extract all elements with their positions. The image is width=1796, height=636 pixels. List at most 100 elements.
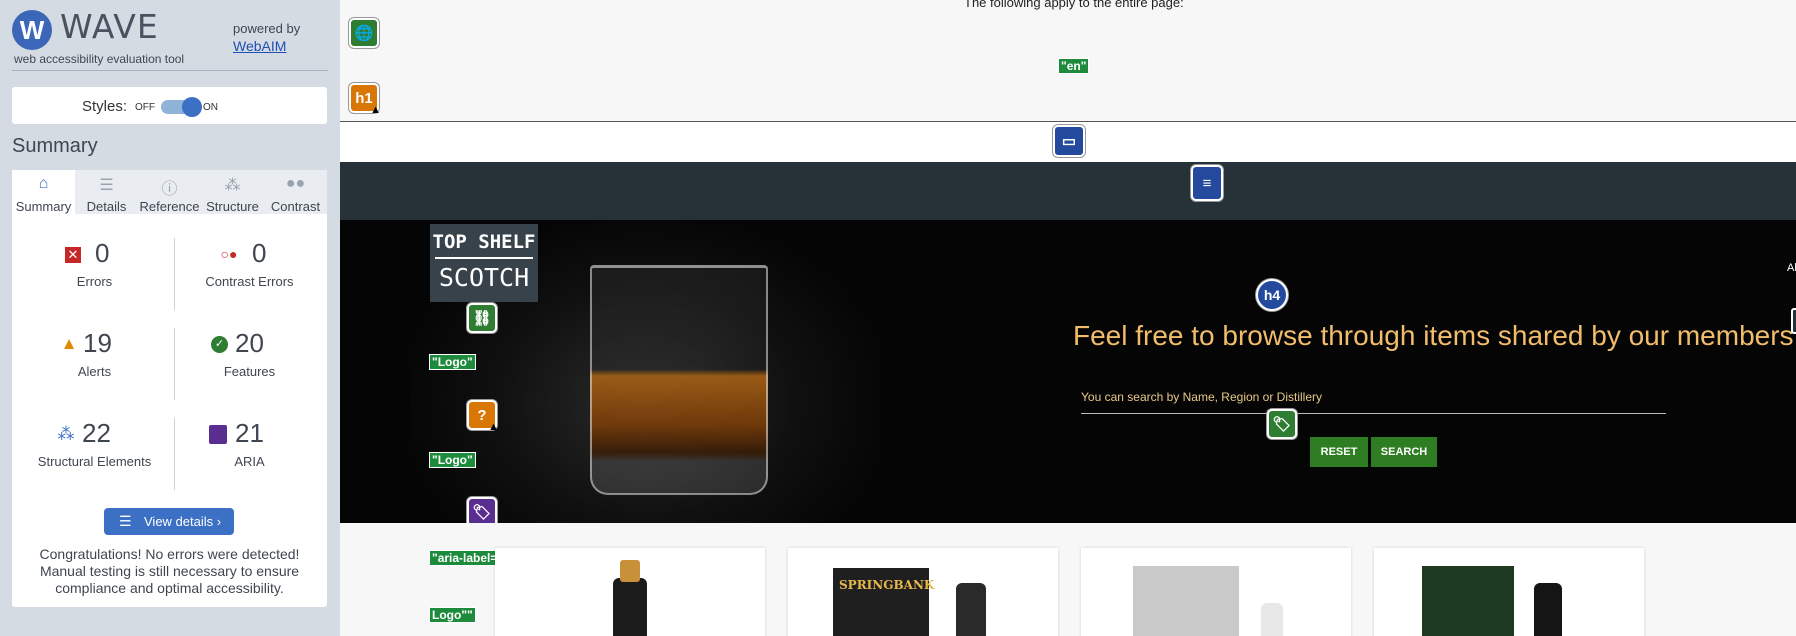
contrast-error-icon: ○● [220, 246, 238, 262]
box-image [1133, 566, 1239, 636]
home-icon: ⌂ [38, 175, 49, 192]
structural-stat[interactable]: ⁂ 22 Structural Elements [22, 410, 167, 490]
alt-logo-tag: "Logo" [429, 354, 476, 370]
congrats-message: Congratulations! No errors were detected… [39, 546, 300, 596]
wave-brand: W WAVE web accessibility evaluation tool… [12, 7, 328, 71]
styles-toggle-box: Styles: OFF ON [12, 87, 327, 124]
list-icon: ☰ [99, 177, 114, 194]
alerts-label: Alerts [77, 364, 112, 379]
aria-cube-icon [209, 425, 227, 444]
contrast-icon: ●● [285, 175, 306, 192]
glass-shape [590, 265, 768, 495]
navigation-region-icon[interactable]: ≡ [1191, 165, 1223, 201]
tab-reference[interactable]: ⓘ Reference [138, 170, 201, 214]
aria-stat[interactable]: 21 ARIA [177, 410, 322, 490]
form-label-icon[interactable]: 🏷 [1267, 409, 1297, 439]
webaim-link[interactable]: WebAIM [233, 38, 286, 54]
tab-details[interactable]: ☰ Details [75, 170, 138, 214]
view-details-label: View details › [144, 514, 222, 529]
h4-heading-icon[interactable]: h4 [1256, 279, 1288, 311]
wave-tabs: ⌂ Summary ☰ Details ⓘ Reference ⁂ Struct… [12, 170, 327, 214]
divider [174, 418, 175, 490]
warning-icon: ▲ [488, 421, 499, 433]
styles-label: Styles: [82, 98, 128, 115]
logo-divider [435, 257, 533, 259]
structure-icon: ⁂ [224, 177, 241, 194]
features-count: 20 [235, 328, 264, 358]
tab-summary[interactable]: ⌂ Summary [12, 170, 75, 214]
suspicious-alt-icon[interactable]: ? ▲ [467, 400, 499, 433]
wave-logo-icon: W [12, 10, 52, 50]
h1-alert-icon[interactable]: h1 ▲ [349, 83, 381, 116]
product-card[interactable] [495, 548, 765, 636]
alerts-count: 19 [83, 328, 112, 358]
structural-count: 22 [82, 418, 111, 448]
aria-logo-tag: Logo"" [429, 607, 476, 623]
bottle-cap [620, 560, 640, 582]
header-region-icon[interactable]: ▭ [1053, 125, 1085, 157]
tab-label: Structure [206, 199, 259, 214]
apply-to-page-text: The following apply to the entire page: [964, 0, 1184, 10]
structure-tree-icon: ⁂ [57, 424, 75, 443]
reset-button[interactable]: RESET [1310, 437, 1368, 467]
toggle-knob [182, 97, 202, 117]
summary-heading: Summary [12, 135, 98, 157]
product-card[interactable] [1374, 548, 1644, 636]
styles-toggle[interactable] [161, 97, 202, 117]
site-logo[interactable]: TOP SHELF SCOTCH [430, 224, 538, 302]
language-globe-icon[interactable]: 🌐 [349, 18, 379, 48]
search-button[interactable]: SEARCH [1371, 437, 1437, 467]
bottle-image [1534, 583, 1562, 636]
contrast-errors-stat[interactable]: ○● 0 Contrast Errors [177, 230, 322, 310]
product-card[interactable]: SPRINGBANK [788, 548, 1058, 636]
powered-by-label: powered by [233, 21, 301, 36]
info-icon: ⓘ [161, 181, 178, 198]
product-grid: "aria-label="Site Logo"" SPRINGBANK [340, 523, 1796, 636]
linked-image-icon[interactable]: ⛓ [467, 303, 497, 333]
view-details-button[interactable]: ☰ View details › [104, 508, 234, 535]
evaluated-page: The following apply to the entire page: … [340, 0, 1796, 636]
box-image [1422, 566, 1514, 636]
hero-banner: TOP SHELF SCOTCH ⛓ "Logo" ? ▲ "Logo" 🏷 h4… [340, 220, 1796, 527]
divider [174, 238, 175, 310]
search-field-label[interactable]: You can search by Name, Region or Distil… [1081, 390, 1322, 404]
h4-label: h4 [1263, 287, 1281, 303]
bottle-image [613, 578, 647, 636]
wave-sidebar: W WAVE web accessibility evaluation tool… [0, 0, 340, 636]
product-card[interactable] [1081, 548, 1351, 636]
bottle-image [956, 583, 986, 636]
alert-icon: ▲ [60, 334, 78, 353]
tab-structure[interactable]: ⁂ Structure [201, 170, 264, 214]
summary-panel: ⌂ Summary ☰ Details ⓘ Reference ⁂ Struct… [12, 170, 327, 607]
styles-on-label: ON [203, 102, 218, 113]
contrast-errors-count: 0 [252, 238, 267, 268]
logo-bottom-text: SCOTCH [438, 263, 530, 292]
alt-logo-tag: "Logo" [429, 452, 476, 468]
error-icon: ✕ [65, 247, 81, 263]
tab-label: Contrast [270, 199, 321, 214]
aria-count: 21 [235, 418, 264, 448]
wave-title: WAVE [60, 7, 159, 46]
bottle-image [1261, 603, 1283, 636]
right-edge-text: Al [1787, 262, 1796, 274]
logo-top-text: TOP SHELF [432, 231, 536, 253]
errors-count: 0 [95, 238, 110, 268]
lang-tag: "en" [1058, 58, 1090, 74]
tab-label: Reference [139, 199, 200, 214]
page-level-annotations: The following apply to the entire page: … [340, 0, 1796, 122]
tab-contrast[interactable]: ●● Contrast [264, 170, 327, 214]
divider [174, 328, 175, 400]
wave-tagline: web accessibility evaluation tool [14, 52, 185, 66]
features-stat[interactable]: ✓ 20 Features [177, 320, 322, 400]
alerts-stat[interactable]: ▲ 19 Alerts [22, 320, 167, 400]
tab-label: Details [86, 199, 127, 214]
errors-stat[interactable]: ✕ 0 Errors [22, 230, 167, 310]
hero-heading: Feel free to browse through items shared… [1073, 320, 1794, 351]
styles-off-label: OFF [135, 102, 155, 113]
warning-icon: ▲ [370, 104, 381, 116]
search-input[interactable] [1081, 413, 1666, 414]
springbank-label-art: SPRINGBANK [839, 578, 935, 592]
structural-label: Structural Elements [37, 454, 152, 469]
feature-check-icon: ✓ [211, 336, 228, 353]
contrast-errors-label: Contrast Errors [205, 274, 294, 289]
